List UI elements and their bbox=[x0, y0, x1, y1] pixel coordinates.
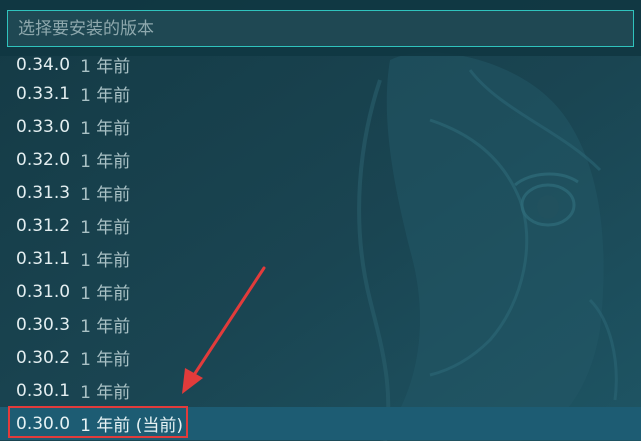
version-number: 0.33.1 bbox=[16, 83, 71, 104]
version-number: 0.31.2 bbox=[16, 215, 71, 236]
version-search-input[interactable] bbox=[7, 10, 634, 47]
list-item[interactable]: 0.30.2 1 年前 bbox=[0, 341, 641, 374]
list-item[interactable]: 0.31.2 1 年前 bbox=[0, 209, 641, 242]
version-age: 1 年前 bbox=[80, 119, 131, 139]
version-age: 1 年前 bbox=[80, 383, 131, 403]
version-number: 0.30.0 bbox=[16, 413, 71, 434]
version-number: 0.30.2 bbox=[16, 347, 71, 368]
version-age: 1 年前 bbox=[80, 317, 131, 337]
list-item[interactable]: 0.30.3 1 年前 bbox=[0, 308, 641, 341]
version-age: 1 年前 bbox=[80, 218, 131, 238]
version-number: 0.31.3 bbox=[16, 182, 71, 203]
version-picker: 0.34.0 1 年前 0.33.1 1 年前 0.33.0 1 年前 0.32… bbox=[0, 0, 641, 441]
version-age: 1 年前 bbox=[80, 251, 131, 271]
version-age: 1 年前 bbox=[80, 350, 131, 370]
version-number: 0.30.1 bbox=[16, 380, 71, 401]
list-item[interactable]: 0.31.1 1 年前 bbox=[0, 242, 641, 275]
version-number: 0.33.0 bbox=[16, 116, 71, 137]
list-item[interactable]: 0.32.0 1 年前 bbox=[0, 143, 641, 176]
version-age: 1 年前 bbox=[80, 185, 131, 205]
version-age: 1 年前 bbox=[80, 86, 131, 106]
version-number: 0.34.0 bbox=[16, 56, 71, 75]
version-age: 1 年前 bbox=[80, 152, 131, 172]
list-item[interactable]: 0.33.0 1 年前 bbox=[0, 110, 641, 143]
version-number: 0.31.1 bbox=[16, 248, 71, 269]
list-item[interactable]: 0.30.1 1 年前 bbox=[0, 374, 641, 407]
version-age: 1 年前 (当前) bbox=[80, 416, 183, 436]
list-item[interactable]: 0.33.1 1 年前 bbox=[0, 77, 641, 110]
version-age: 1 年前 bbox=[80, 57, 131, 77]
version-number: 0.32.0 bbox=[16, 149, 71, 170]
version-age: 1 年前 bbox=[80, 284, 131, 304]
search-bar bbox=[0, 0, 641, 56]
version-number: 0.31.0 bbox=[16, 281, 71, 302]
list-item-current[interactable]: 0.30.0 1 年前 (当前) bbox=[0, 407, 641, 440]
version-number: 0.30.3 bbox=[16, 314, 71, 335]
version-list: 0.34.0 1 年前 0.33.1 1 年前 0.33.0 1 年前 0.32… bbox=[0, 56, 641, 441]
list-item[interactable]: 0.31.3 1 年前 bbox=[0, 176, 641, 209]
list-item[interactable]: 0.31.0 1 年前 bbox=[0, 275, 641, 308]
